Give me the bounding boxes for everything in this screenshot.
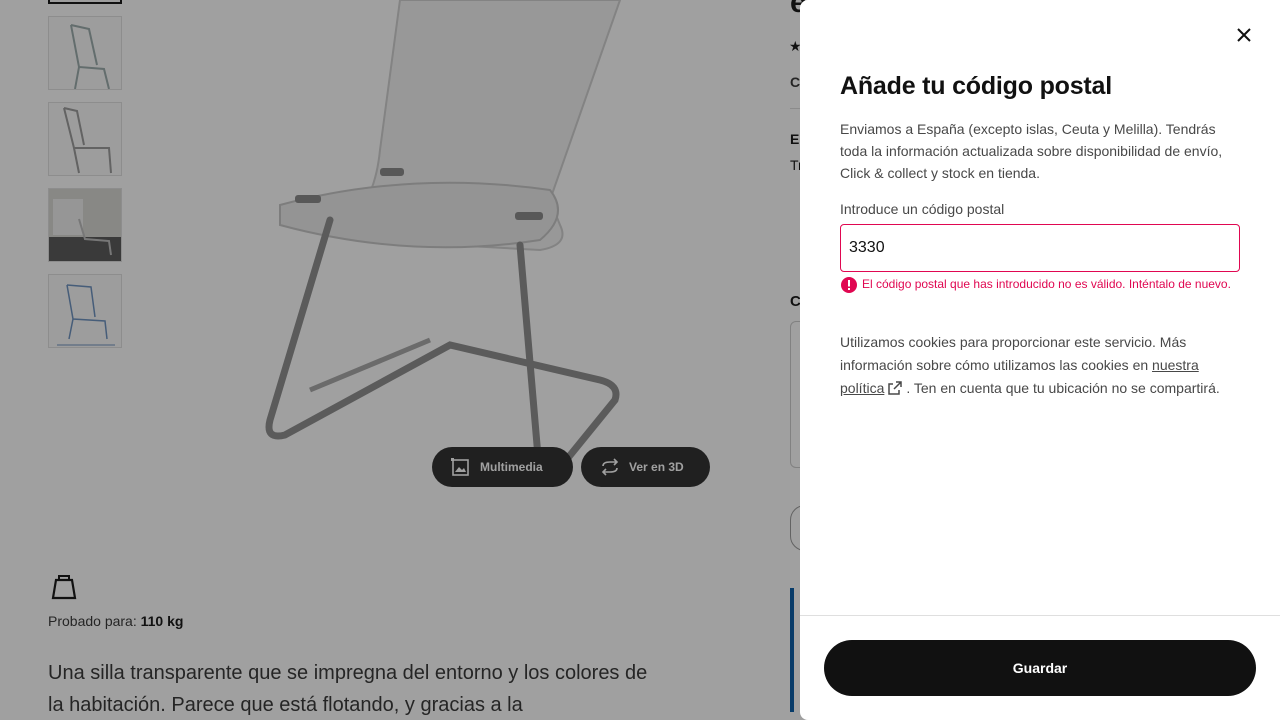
external-link-icon [887,380,903,396]
cookie-text-before: Utilizamos cookies para proporcionar est… [840,334,1187,373]
modal-title: Añade tu código postal [840,72,1112,100]
error-message: El código postal que has introducido no … [862,277,1231,291]
close-icon [1236,27,1252,46]
postal-code-input[interactable] [840,224,1240,272]
footer-divider [800,615,1280,616]
error-icon [840,276,858,294]
cookie-notice: Utilizamos cookies para proporcionar est… [840,331,1240,400]
modal-intro: Enviamos a España (excepto islas, Ceuta … [840,121,1223,181]
close-button[interactable] [1228,20,1260,52]
postal-code-label: Introduce un código postal [840,201,1005,217]
cookie-text-after: . Ten en cuenta que tu ubicación no se c… [906,380,1220,396]
save-button[interactable]: Guardar [824,640,1256,696]
